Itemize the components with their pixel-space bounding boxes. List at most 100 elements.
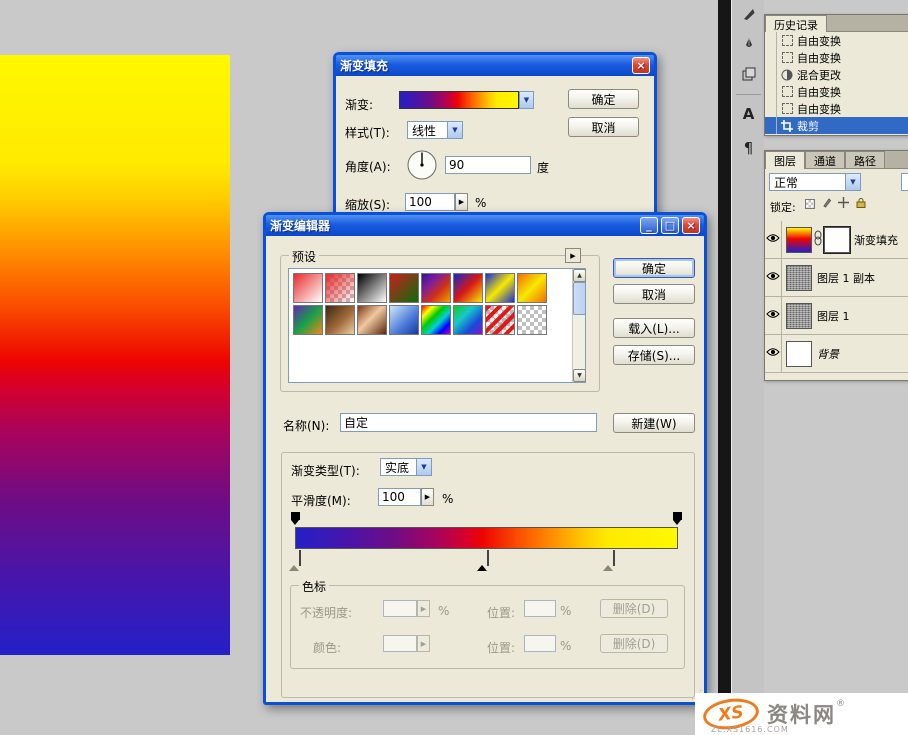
color-swatch-field[interactable] <box>383 635 417 652</box>
gradient-preset[interactable] <box>357 273 387 303</box>
layer-thumbnail[interactable] <box>786 265 812 291</box>
opacity-stop-left[interactable] <box>290 512 301 526</box>
layer-thumbnail[interactable] <box>786 303 812 329</box>
gradient-preset[interactable] <box>517 273 547 303</box>
path-select-tool-button[interactable] <box>735 62 762 89</box>
gradient-preset[interactable] <box>421 273 451 303</box>
gradient-type-select[interactable]: 实底 ▼ <box>380 458 432 476</box>
style-select[interactable]: 线性 ▼ <box>407 121 463 139</box>
gradient-preset[interactable] <box>421 305 451 335</box>
lock-transparency-button[interactable] <box>803 197 816 210</box>
layer-mask-thumbnail[interactable] <box>824 227 850 253</box>
history-source-well[interactable] <box>765 49 777 66</box>
name-input[interactable] <box>340 413 597 432</box>
history-item[interactable]: 自由变换 <box>765 49 908 66</box>
scroll-down-icon[interactable]: ▼ <box>573 369 586 382</box>
tab-paths[interactable]: 路径 <box>845 151 885 169</box>
cancel-button[interactable]: 取消 <box>613 284 695 304</box>
gradient-preset[interactable] <box>293 273 323 303</box>
opacity-input[interactable] <box>383 600 417 617</box>
slice-tool-button[interactable] <box>735 2 762 29</box>
layer-row[interactable]: 图层 1 副本 <box>765 259 908 297</box>
angle-input[interactable] <box>445 156 531 174</box>
gradient-edit-bar[interactable] <box>295 527 678 549</box>
position-input[interactable] <box>524 635 556 652</box>
visibility-toggle[interactable] <box>765 259 782 296</box>
layer-thumbnail[interactable] <box>786 341 812 367</box>
pen-tool-button[interactable] <box>735 32 762 59</box>
presets-menu-button[interactable]: ▶ <box>565 248 581 263</box>
gradient-preset[interactable] <box>453 273 483 303</box>
opacity-slider-arrow[interactable]: ▶ <box>417 600 430 617</box>
visibility-toggle[interactable] <box>765 221 782 258</box>
history-item[interactable]: 混合更改 <box>765 66 908 83</box>
scale-slider-arrow[interactable]: ▶ <box>455 193 468 211</box>
layer-row[interactable]: 图层 1 <box>765 297 908 335</box>
scale-input[interactable] <box>405 193 455 211</box>
tab-layers[interactable]: 图层 <box>765 151 805 169</box>
tab-history[interactable]: 历史记录 <box>765 15 827 32</box>
mask-link-icon[interactable] <box>814 230 822 249</box>
close-icon[interactable]: × <box>682 217 700 234</box>
gradient-preset[interactable] <box>485 273 515 303</box>
ok-button[interactable]: 确定 <box>613 258 695 278</box>
position-input[interactable] <box>524 600 556 617</box>
smoothness-input[interactable] <box>378 488 421 506</box>
gradient-preset[interactable] <box>517 305 547 335</box>
history-source-well[interactable] <box>765 117 777 134</box>
gradient-editor-titlebar[interactable]: 渐变编辑器 _ □ × <box>266 215 704 236</box>
type-tool-button[interactable]: A <box>735 100 762 127</box>
angle-dial[interactable] <box>406 149 438 184</box>
color-stop-red-selected[interactable] <box>477 551 488 567</box>
lock-position-button[interactable] <box>837 197 850 210</box>
gradient-preset[interactable] <box>325 305 355 335</box>
paragraph-tool-button[interactable]: ¶ <box>735 134 762 161</box>
smoothness-slider-arrow[interactable]: ▶ <box>421 488 434 506</box>
history-source-well[interactable] <box>765 66 777 83</box>
history-item-active[interactable]: 裁剪 <box>765 117 908 134</box>
history-source-well[interactable] <box>765 83 777 100</box>
history-source-well[interactable] <box>765 100 777 117</box>
history-source-well[interactable] <box>765 32 777 49</box>
cancel-button[interactable]: 取消 <box>568 117 639 137</box>
color-picker-arrow[interactable]: ▶ <box>417 635 430 652</box>
visibility-toggle[interactable] <box>765 335 782 372</box>
blend-mode-select[interactable]: 正常 ▼ <box>769 173 861 191</box>
opacity-stop-right[interactable] <box>672 512 683 526</box>
gradient-preset[interactable] <box>389 305 419 335</box>
scrollbar-thumb[interactable] <box>573 282 586 315</box>
layer-row-background[interactable]: 背景 <box>765 335 908 373</box>
opacity-field-partial[interactable] <box>901 173 908 191</box>
gradient-picker-arrow[interactable]: ▼ <box>519 91 534 109</box>
lock-all-button[interactable] <box>854 197 867 210</box>
gradient-fill-thumbnail[interactable] <box>786 227 812 253</box>
load-button[interactable]: 载入(L)... <box>613 318 695 338</box>
new-button[interactable]: 新建(W) <box>613 413 695 433</box>
layer-row-gradient-fill[interactable]: 渐变填充 <box>765 221 908 259</box>
gradient-preset[interactable] <box>325 273 355 303</box>
gradient-preset[interactable] <box>485 305 515 335</box>
gradient-preview-swatch[interactable] <box>399 91 519 109</box>
gradient-fill-titlebar[interactable]: 渐变填充 × <box>336 55 654 76</box>
presets-scrollbar[interactable]: ▲ ▼ <box>572 269 585 382</box>
gradient-preset[interactable] <box>389 273 419 303</box>
color-stop-yellow[interactable] <box>603 551 614 567</box>
close-icon[interactable]: × <box>632 57 650 74</box>
history-item[interactable]: 自由变换 <box>765 100 908 117</box>
gradient-preset[interactable] <box>453 305 483 335</box>
color-stop-blue[interactable] <box>289 551 300 567</box>
gradient-preset[interactable] <box>293 305 323 335</box>
delete-opacity-button[interactable]: 删除(D) <box>600 599 668 618</box>
scroll-up-icon[interactable]: ▲ <box>573 269 586 282</box>
visibility-toggle[interactable] <box>765 297 782 334</box>
minimize-icon[interactable]: _ <box>640 217 658 234</box>
gradient-preset[interactable] <box>357 305 387 335</box>
lock-pixels-button[interactable] <box>820 197 833 210</box>
history-item[interactable]: 自由变换 <box>765 83 908 100</box>
save-button[interactable]: 存储(S)... <box>613 345 695 365</box>
history-item[interactable]: 自由变换 <box>765 32 908 49</box>
ok-button[interactable]: 确定 <box>568 89 639 109</box>
maximize-icon[interactable]: □ <box>661 217 679 234</box>
delete-color-button[interactable]: 删除(D) <box>600 634 668 653</box>
tab-channels[interactable]: 通道 <box>805 151 845 169</box>
